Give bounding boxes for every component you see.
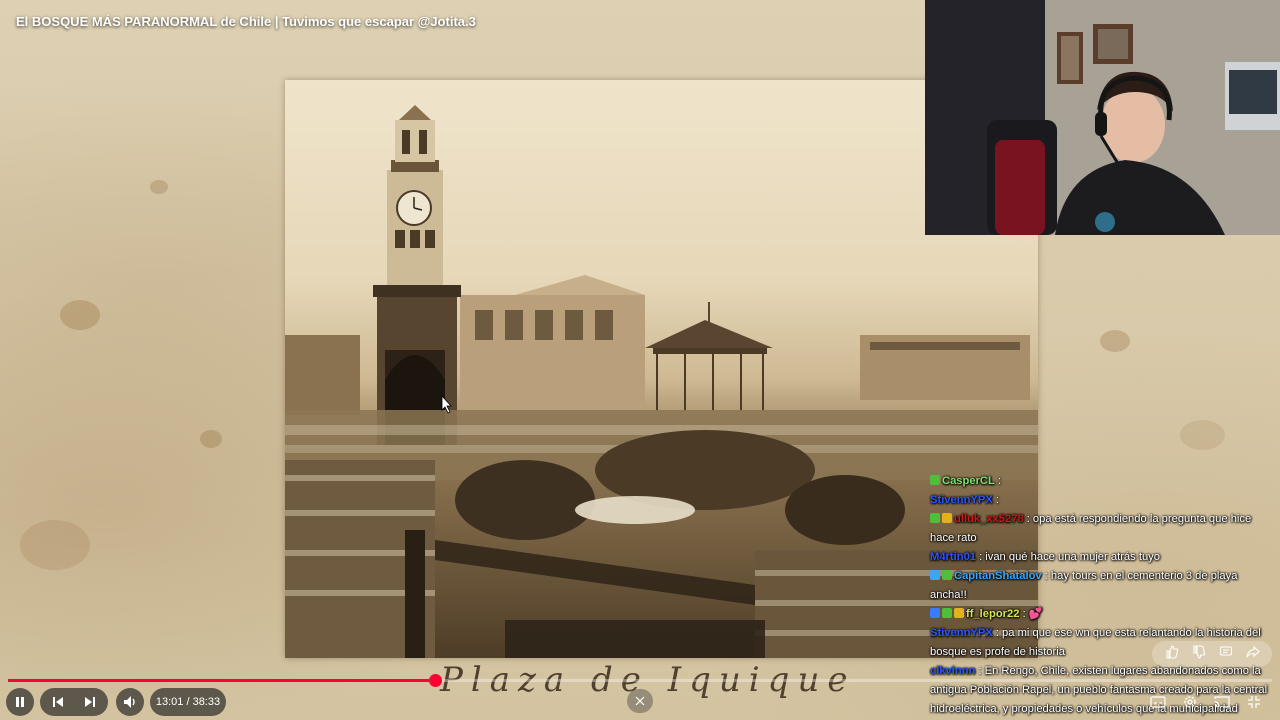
chat-overlay: CasperCL : StivennYPX : ulluk_xx5278 : op… — [926, 472, 1276, 720]
chat-separator: : — [1023, 513, 1030, 525]
video-title[interactable]: El BOSQUE MÁS PARANORMAL de Chile | Tuvi… — [16, 14, 476, 29]
settings-button[interactable] — [1178, 690, 1202, 714]
chevron-down-icon — [635, 696, 645, 706]
chat-separator: : — [1019, 608, 1026, 620]
collapse-button[interactable] — [627, 689, 653, 713]
play-pause-button[interactable] — [6, 688, 34, 716]
chat-message: ulluk_xx5278 : opa está respondiendo la p… — [926, 510, 1276, 548]
paper-stain — [1100, 330, 1130, 352]
video-frame[interactable]: Plaza de Iquique El BOSQUE MÁS PARANORMA… — [0, 0, 1280, 720]
chat-separator: : — [976, 551, 983, 563]
subscriber-badge-icon — [930, 475, 940, 485]
chat-separator: : — [992, 494, 1000, 506]
paper-stain — [150, 180, 168, 194]
chat-text: 💕 — [1028, 608, 1043, 620]
chat-message: CasperCL : — [926, 472, 1276, 491]
dislike-icon[interactable] — [1192, 644, 1206, 664]
photo-caption: Plaza de Iquique — [440, 660, 856, 700]
crown-badge-icon — [954, 608, 964, 618]
time-display: 13:01 / 38:33 — [150, 688, 226, 716]
chat-separator: : — [994, 475, 1002, 487]
cast-button[interactable] — [1210, 690, 1234, 714]
chat-username: StivennYPX — [930, 627, 993, 639]
chat-username: ulluk_xx5278 — [954, 513, 1024, 525]
chat-username: clkvinnn — [930, 665, 976, 677]
video-actions-pill — [1152, 641, 1272, 667]
subtitles-button[interactable] — [1146, 690, 1170, 714]
crown-badge-icon — [942, 513, 952, 523]
paper-stain — [200, 430, 222, 448]
pause-icon — [16, 697, 24, 707]
prev-next-group — [40, 688, 108, 716]
like-icon[interactable] — [1165, 644, 1179, 664]
chat-separator: : — [1041, 570, 1048, 582]
volume-button[interactable] — [116, 688, 144, 716]
previous-button[interactable] — [42, 688, 74, 716]
volume-icon — [124, 696, 135, 708]
chat-username: M4rtin01 — [930, 551, 977, 563]
chat-text: ivan qué hace una mujer atrás tuyo — [985, 551, 1160, 563]
cast-icon — [1214, 696, 1230, 708]
exit-fullscreen-icon — [1248, 696, 1260, 708]
diamond-badge-icon — [930, 570, 940, 580]
progress-bar[interactable] — [8, 674, 1272, 687]
chat-username: StivennYPX — [930, 494, 993, 506]
previous-icon — [53, 697, 63, 707]
subscriber-badge-icon — [942, 608, 952, 618]
next-icon — [85, 697, 95, 707]
subscriber-badge-icon — [930, 513, 940, 523]
chat-message: CapitanShatalov : hay tours en el cemente… — [926, 567, 1276, 605]
next-button[interactable] — [74, 688, 106, 716]
subscriber-badge-icon — [942, 570, 952, 580]
chat-separator: : — [975, 665, 982, 677]
chat-username: ff_lepor22 — [966, 608, 1020, 620]
chat-message: ff_lepor22 : 💕 — [926, 605, 1276, 624]
moderator-badge-icon — [930, 608, 940, 618]
settings-icon — [1184, 696, 1196, 708]
exit-fullscreen-button[interactable] — [1242, 690, 1266, 714]
share-icon[interactable] — [1245, 645, 1260, 664]
chat-message: M4rtin01 : ivan qué hace una mujer atrás … — [926, 548, 1276, 567]
progress-played — [8, 679, 436, 682]
chat-username: CapitanShatalov — [954, 570, 1042, 582]
chat-username: CasperCL — [942, 475, 995, 487]
paper-stain — [20, 520, 90, 570]
chat-separator: : — [992, 627, 1000, 639]
chat-message: StivennYPX : — [926, 491, 1276, 510]
streamer-webcam-image — [925, 0, 1280, 235]
paper-stain — [1180, 420, 1225, 450]
webcam-overlay — [925, 0, 1280, 235]
comment-icon[interactable] — [1219, 645, 1233, 664]
paper-stain — [60, 300, 100, 330]
time-display-text: 13:01 / 38:33 — [155, 696, 221, 708]
subtitles-icon — [1150, 696, 1166, 708]
